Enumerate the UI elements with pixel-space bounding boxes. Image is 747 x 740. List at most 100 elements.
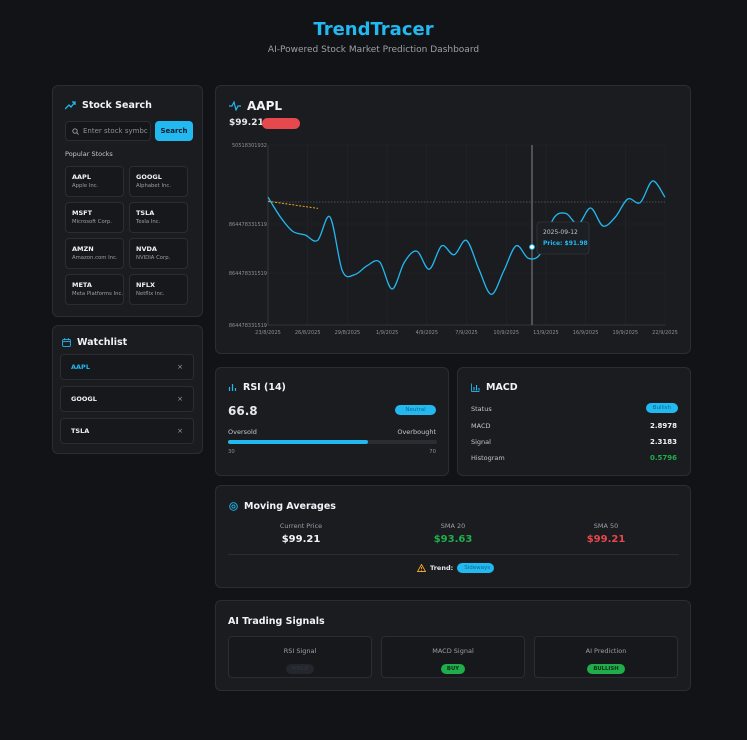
ma-value: $93.63 (433, 534, 473, 545)
popular-stock-meta[interactable]: META Meta Platforms Inc. (65, 274, 124, 305)
rsi-header: RSI (14) (228, 382, 286, 393)
trend-label: Trend: (430, 564, 454, 572)
signal-label: MACD Signal (432, 647, 474, 655)
search-placeholder: Enter stock symbc (83, 127, 148, 135)
stock-symbol: MSFT (72, 209, 93, 217)
moving-averages-title: Moving Averages (244, 501, 336, 512)
stock-name: Microsoft Corp. (72, 219, 112, 225)
ma-sma20: SMA 20 $93.63 (393, 522, 513, 545)
signal-label: AI Prediction (585, 647, 627, 655)
ai-signals-panel: AI Trading Signals RSI Signal HOLD MACD … (215, 600, 691, 691)
ai-signals-title: AI Trading Signals (228, 616, 325, 627)
remove-icon[interactable]: × (177, 363, 183, 371)
stock-name: Tesla Inc. (136, 219, 161, 225)
ma-value: $99.21 (281, 534, 321, 545)
rsi-fill (228, 440, 368, 444)
calendar-icon (62, 338, 71, 347)
remove-icon[interactable]: × (177, 427, 183, 435)
macd-signal-card: MACD Signal BUY (381, 636, 525, 678)
signal-label: RSI Signal (283, 647, 317, 655)
watchlist-header: Watchlist (62, 337, 127, 348)
macd-row-value: 0.5796 (649, 454, 677, 462)
stock-symbol: NVDA (136, 245, 157, 253)
overbought-label: Overbought (397, 428, 436, 436)
trend-row: Trend: Sideways (417, 563, 495, 573)
x-tick-label: 26/8/2025 (295, 330, 321, 336)
ma-label: Current Price (279, 522, 323, 530)
x-tick-label: 1/9/2025 (376, 330, 398, 336)
stock-search-title: Stock Search (82, 100, 152, 111)
watchlist-symbol: GOOGL (71, 395, 97, 403)
signal-badge: BULLISH (587, 664, 625, 674)
price-chart[interactable]: 50518301932 864478331519 864478331519 86447… (216, 86, 692, 355)
rsi-panel: RSI (14) 66.8 Neutral Oversold Overbough… (215, 367, 449, 476)
x-tick-label: 4/9/2025 (416, 330, 438, 336)
stock-name: Netflix Inc. (136, 291, 165, 297)
price-chart-panel: AAPL $99.21 50518301932 864478331519 86447… (215, 85, 691, 354)
bar-chart-icon (471, 383, 480, 392)
rsi-signal-card: RSI Signal HOLD (228, 636, 372, 678)
macd-row-label: Histogram (471, 454, 505, 462)
oversold-label: Oversold (228, 428, 257, 436)
stock-search-panel: Stock Search Enter stock symbc Search Po… (52, 85, 203, 317)
macd-row-label: MACD (471, 422, 491, 430)
warning-icon (417, 564, 426, 572)
app-subtitle: AI-Powered Stock Market Prediction Dashb… (267, 45, 480, 55)
watchlist-item-googl[interactable]: GOOGL × (60, 386, 194, 412)
x-tick-label: 29/8/2025 (335, 330, 361, 336)
macd-row-value: 2.3183 (649, 438, 677, 446)
x-tick-label: 19/9/2025 (612, 330, 638, 336)
popular-stock-msft[interactable]: MSFT Microsoft Corp. (65, 202, 124, 233)
y-tick-label: 50518301932 (232, 143, 267, 149)
tooltip-date: 2025-09-12 (543, 229, 578, 236)
search-button[interactable]: Search (155, 121, 193, 141)
stock-symbol: TSLA (136, 209, 155, 217)
popular-stock-aapl[interactable]: AAPL Apple Inc. (65, 166, 124, 197)
rsi-track (228, 440, 437, 444)
stock-symbol: AMZN (72, 245, 94, 253)
tooltip-price: Price: $91.98 (543, 240, 588, 247)
stock-name: Amazon.com Inc. (72, 255, 118, 261)
search-icon (72, 127, 79, 135)
stock-name: NVIDIA Corp. (136, 255, 171, 261)
stock-search-input[interactable]: Enter stock symbc (65, 121, 151, 141)
x-tick-label: 16/9/2025 (573, 330, 599, 336)
stock-symbol: GOOGL (136, 173, 162, 181)
macd-panel: MACD Status Bullish MACD 2.8978 Signal 2.31… (457, 367, 691, 476)
popular-stock-googl[interactable]: GOOGL Alphabet Inc. (129, 166, 188, 197)
watchlist-item-tsla[interactable]: TSLA × (60, 418, 194, 444)
rsi-value: 66.8 (228, 404, 258, 418)
watchlist-symbol: AAPL (71, 363, 90, 371)
ai-prediction-card: AI Prediction BULLISH (534, 636, 678, 678)
x-tick-label: 7/9/2025 (455, 330, 477, 336)
popular-stock-amzn[interactable]: AMZN Amazon.com Inc. (65, 238, 124, 269)
remove-icon[interactable]: × (177, 395, 183, 403)
watchlist-item-aapl[interactable]: AAPL × (60, 354, 194, 380)
trending-icon (65, 101, 76, 110)
trend-badge: Sideways (457, 563, 495, 573)
rsi-badge: Neutral (395, 405, 436, 415)
y-tick-label: 864478331519 (229, 271, 267, 277)
target-icon (229, 502, 238, 511)
ma-sma50: SMA 50 $99.21 (546, 522, 666, 545)
stock-name: Alphabet Inc. (136, 183, 171, 189)
popular-stock-tsla[interactable]: TSLA Tesla Inc. (129, 202, 188, 233)
moving-averages-header: Moving Averages (229, 501, 336, 512)
moving-averages-panel: Moving Averages Current Price $99.21 SMA… (215, 485, 691, 588)
macd-title: MACD (486, 382, 518, 393)
popular-stock-nflx[interactable]: NFLX Netflix Inc. (129, 274, 188, 305)
popular-stock-nvda[interactable]: NVDA NVIDIA Corp. (129, 238, 188, 269)
macd-row-label: Signal (471, 438, 491, 446)
hover-point (529, 244, 535, 250)
x-tick-label: 22/9/2025 (652, 330, 678, 336)
signal-badge: HOLD (285, 664, 315, 674)
y-tick-label: 864478331519 (229, 323, 267, 329)
tooltip-box (536, 221, 590, 255)
stock-symbol: AAPL (72, 173, 91, 181)
ma-label: SMA 50 (593, 522, 619, 530)
ma-current-price: Current Price $99.21 (241, 522, 361, 545)
popular-stocks-label: Popular Stocks (65, 150, 113, 158)
stock-symbol: NFLX (136, 281, 156, 289)
rsi-low: 30 (228, 449, 235, 455)
stock-search-header: Stock Search (65, 100, 152, 111)
